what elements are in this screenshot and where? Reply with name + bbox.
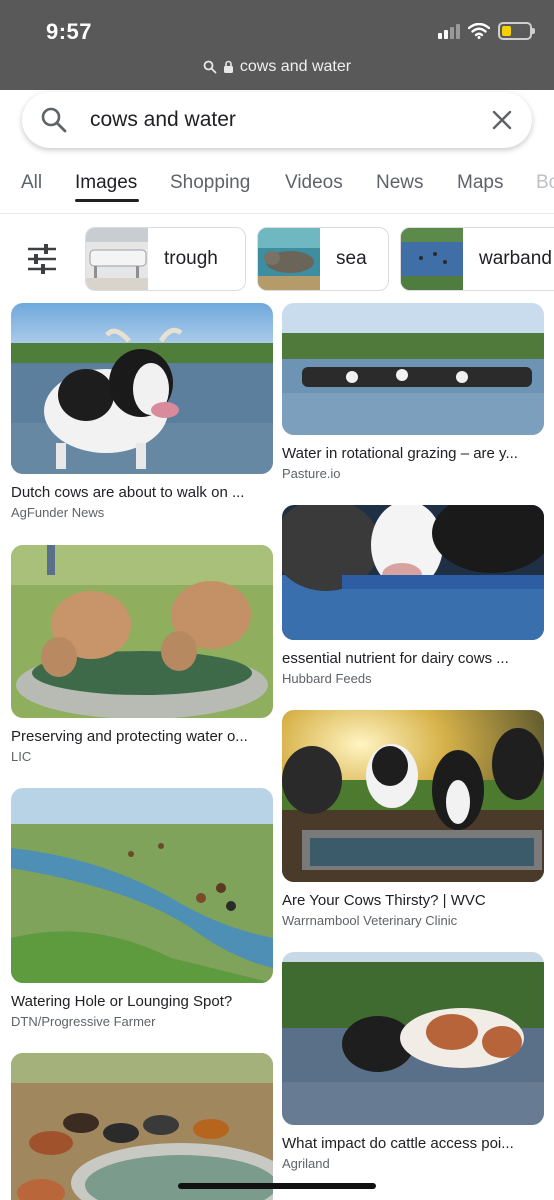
result-image[interactable] bbox=[282, 505, 544, 640]
result-image[interactable] bbox=[11, 545, 273, 718]
result-title[interactable]: Are Your Cows Thirsty? | WVC bbox=[282, 892, 544, 909]
search-icon bbox=[203, 60, 217, 74]
chip-thumbnail bbox=[258, 228, 320, 290]
chip-thumbnail bbox=[86, 228, 148, 290]
result-source: Agriland bbox=[282, 1156, 330, 1171]
chip-warband[interactable]: warband bbox=[400, 227, 554, 291]
result-image[interactable] bbox=[282, 952, 544, 1125]
result-image[interactable] bbox=[11, 788, 273, 983]
result-image[interactable] bbox=[282, 710, 544, 882]
search-input[interactable]: cows and water bbox=[90, 108, 236, 132]
image-result[interactable]: What impact do cattle access poi... Agri… bbox=[282, 952, 544, 1171]
tab-images[interactable]: Images bbox=[75, 172, 137, 194]
result-image[interactable] bbox=[11, 1053, 273, 1200]
tab-shopping[interactable]: Shopping bbox=[170, 172, 250, 194]
result-source: Warrnambool Veterinary Clinic bbox=[282, 913, 458, 928]
result-image[interactable] bbox=[282, 303, 544, 435]
wifi-icon bbox=[468, 23, 490, 39]
result-source: AgFunder News bbox=[11, 505, 105, 520]
result-image[interactable] bbox=[11, 303, 273, 474]
url-text: cows and water bbox=[239, 58, 352, 75]
url-bar[interactable]: cows and water bbox=[0, 58, 554, 76]
tab-news[interactable]: News bbox=[376, 172, 424, 194]
image-result[interactable]: Are Your Cows Thirsty? | WVC Warrnambool… bbox=[282, 710, 544, 928]
image-result[interactable]: Watering Hole or Lounging Spot? DTN/Prog… bbox=[11, 788, 273, 1029]
result-source: Pasture.io bbox=[282, 466, 341, 481]
status-bar: 9:57 cows and water bbox=[0, 0, 554, 90]
result-source: DTN/Progressive Farmer bbox=[11, 1014, 156, 1029]
cellular-signal-icon bbox=[438, 23, 460, 39]
result-title[interactable]: Water in rotational grazing – are y... bbox=[282, 445, 544, 462]
tab-books[interactable]: Bo bbox=[536, 172, 554, 194]
tune-icon[interactable] bbox=[26, 244, 58, 274]
chip-label: warband bbox=[479, 248, 552, 269]
divider bbox=[0, 213, 554, 214]
close-icon[interactable] bbox=[490, 108, 514, 132]
image-result[interactable] bbox=[11, 1053, 273, 1200]
result-source: LIC bbox=[11, 749, 32, 764]
tab-all[interactable]: All bbox=[21, 172, 42, 194]
search-icon[interactable] bbox=[40, 106, 68, 134]
tab-videos[interactable]: Videos bbox=[285, 172, 343, 194]
chip-thumbnail bbox=[401, 228, 463, 290]
image-result[interactable]: Preserving and protecting water o... LIC bbox=[11, 545, 273, 764]
result-source: Hubbard Feeds bbox=[282, 671, 372, 686]
clock: 9:57 bbox=[46, 19, 93, 44]
chip-label: sea bbox=[336, 248, 367, 269]
result-title[interactable]: What impact do cattle access poi... bbox=[282, 1135, 544, 1152]
chip-sea[interactable]: sea bbox=[257, 227, 389, 291]
image-result[interactable]: Water in rotational grazing – are y... P… bbox=[282, 303, 544, 481]
search-tabs: All Images Shopping Videos News Maps Bo bbox=[0, 166, 554, 210]
tab-maps[interactable]: Maps bbox=[457, 172, 503, 194]
chip-trough[interactable]: trough bbox=[85, 227, 246, 291]
search-box[interactable]: cows and water bbox=[22, 92, 532, 148]
battery-icon bbox=[498, 22, 535, 40]
result-title[interactable]: Dutch cows are about to walk on ... bbox=[11, 484, 273, 501]
result-title[interactable]: Watering Hole or Lounging Spot? bbox=[11, 993, 273, 1010]
active-tab-indicator bbox=[75, 199, 139, 202]
status-icons bbox=[438, 22, 535, 40]
result-title[interactable]: Preserving and protecting water o... bbox=[11, 728, 273, 745]
chip-label: trough bbox=[164, 248, 218, 269]
image-result[interactable]: essential nutrient for dairy cows ... Hu… bbox=[282, 505, 544, 686]
image-result[interactable]: Dutch cows are about to walk on ... AgFu… bbox=[11, 303, 273, 520]
home-indicator[interactable] bbox=[178, 1183, 376, 1189]
result-title[interactable]: essential nutrient for dairy cows ... bbox=[282, 650, 544, 667]
lock-icon bbox=[223, 60, 233, 73]
